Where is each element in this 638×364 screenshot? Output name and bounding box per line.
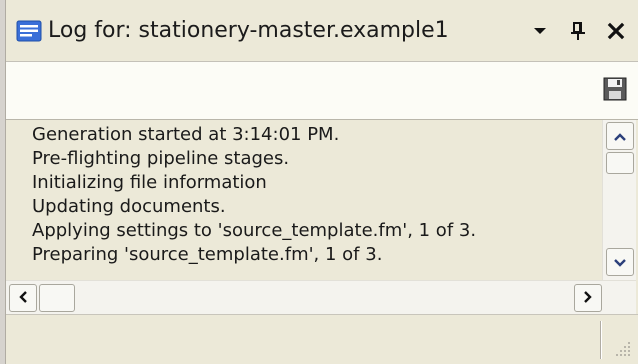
log-window: Log for: stationery-master.example1 Gene… [0, 0, 638, 364]
scroll-up-button[interactable] [606, 122, 634, 150]
scroll-right-button[interactable] [574, 284, 602, 312]
vertical-scrollbar[interactable] [602, 120, 636, 280]
close-icon[interactable] [602, 16, 630, 46]
arrow-up-icon [613, 127, 627, 146]
log-line: Applying settings to 'source_template.fm… [32, 220, 477, 241]
log-window-icon [16, 18, 42, 44]
window-title: Log for: stationery-master.example1 [48, 18, 449, 43]
log-line: Pre-flighting pipeline stages. [32, 148, 290, 169]
status-bar [6, 314, 638, 364]
log-line: Preparing 'source_template.fm', 1 of 3. [32, 244, 383, 265]
log-line: Generation started at 3:14:01 PM. [32, 124, 340, 145]
scroll-down-button[interactable] [606, 248, 634, 276]
pin-icon[interactable] [564, 16, 592, 46]
scroll-left-button[interactable] [9, 284, 37, 312]
log-line: Initializing file information [32, 172, 267, 193]
vertical-scroll-thumb[interactable] [606, 152, 634, 174]
log-output[interactable]: Generation started at 3:14:01 PM. Pre-fl… [6, 120, 602, 280]
save-disk-icon [602, 76, 628, 106]
horizontal-scroll-thumb[interactable] [39, 284, 75, 312]
save-log-button[interactable] [600, 76, 630, 106]
title-bar[interactable]: Log for: stationery-master.example1 [6, 0, 638, 62]
arrow-down-icon [613, 253, 627, 272]
log-toolbar [6, 62, 638, 120]
chevron-down-icon[interactable] [526, 16, 554, 46]
horizontal-scrollbar[interactable] [6, 280, 636, 314]
log-line: Updating documents. [32, 196, 226, 217]
arrow-left-icon [18, 289, 28, 308]
arrow-right-icon [583, 289, 593, 308]
resize-grip-icon[interactable] [610, 336, 634, 360]
status-divider [600, 321, 602, 359]
